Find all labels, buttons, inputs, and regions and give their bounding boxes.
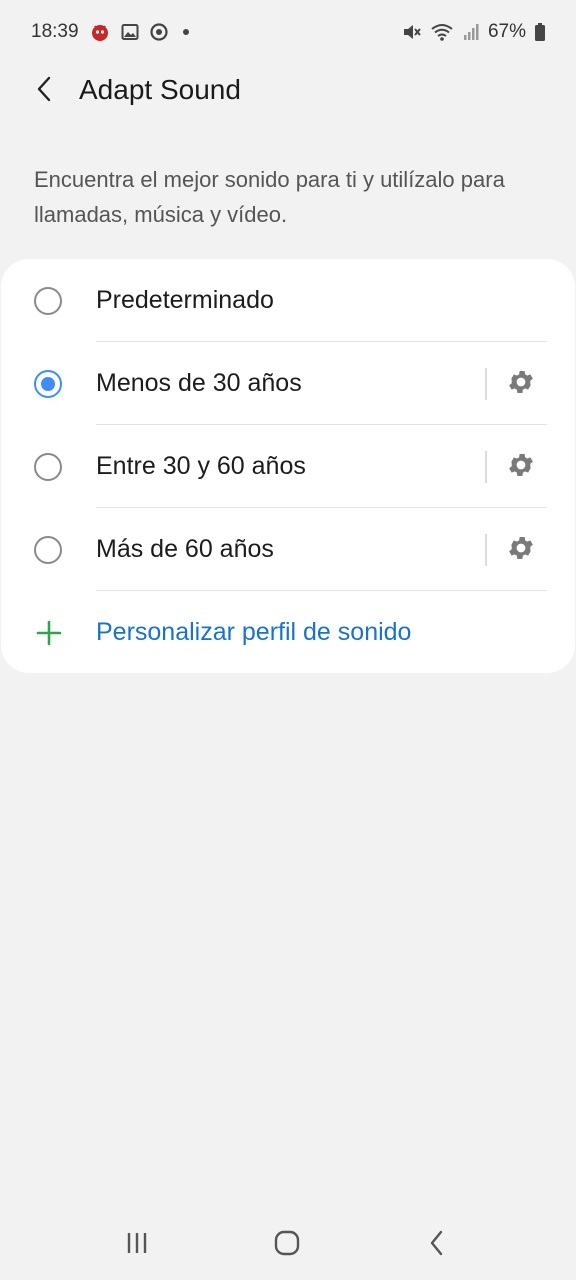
settings-button[interactable] <box>501 530 541 570</box>
option-label: Menos de 30 años <box>96 369 302 397</box>
record-icon <box>149 23 168 41</box>
navigation-bar <box>0 1208 576 1280</box>
app-notification-icon <box>90 22 110 42</box>
wifi-icon <box>430 22 454 42</box>
option-label: Más de 60 años <box>96 535 274 563</box>
option-label: Entre 30 y 60 años <box>96 452 306 480</box>
home-icon <box>274 1230 300 1259</box>
nav-back-button[interactable] <box>407 1214 467 1274</box>
mute-icon <box>402 22 422 42</box>
settings-button[interactable] <box>501 364 541 404</box>
battery-icon <box>534 22 546 42</box>
app-header: Adapt Sound <box>0 62 576 118</box>
gear-icon <box>506 367 536 400</box>
option-entre-30-y-60[interactable]: Entre 30 y 60 años <box>1 425 575 508</box>
status-left: 18:39 <box>31 21 189 43</box>
option-mas-de-60[interactable]: Más de 60 años <box>1 508 575 591</box>
add-profile-label: Personalizar perfil de sonido <box>96 618 412 646</box>
home-button[interactable] <box>257 1214 317 1274</box>
plus-icon <box>36 620 62 646</box>
sound-profile-card: Predeterminado Menos de 30 años Entre 30… <box>1 259 575 673</box>
back-icon <box>428 1230 446 1259</box>
vertical-separator <box>485 450 487 483</box>
radio-button-selected[interactable] <box>34 369 62 398</box>
option-label: Predeterminado <box>96 286 274 314</box>
page-title: Adapt Sound <box>79 74 241 105</box>
chevron-left-icon <box>33 75 55 106</box>
gear-icon <box>506 533 536 566</box>
status-time: 18:39 <box>31 21 79 42</box>
radio-button[interactable] <box>34 535 62 564</box>
notification-dot <box>182 29 189 35</box>
status-bar: 18:39 67% <box>0 0 576 64</box>
vertical-separator <box>485 533 487 566</box>
image-icon <box>121 23 139 41</box>
option-menos-de-30[interactable]: Menos de 30 años <box>1 342 575 425</box>
radio-button[interactable] <box>34 286 62 315</box>
screen: 18:39 67% Adapt Sound Encuentra el mejor… <box>0 0 576 1280</box>
recent-apps-button[interactable] <box>107 1214 167 1274</box>
gear-icon <box>506 450 536 483</box>
option-predeterminado[interactable]: Predeterminado <box>1 259 575 342</box>
settings-button[interactable] <box>501 447 541 487</box>
recent-apps-icon <box>125 1232 149 1257</box>
signal-icon <box>462 23 480 41</box>
back-button[interactable] <box>14 62 74 118</box>
page-description: Encuentra el mejor sonido para ti y util… <box>34 167 505 227</box>
status-right: 67% <box>402 21 546 43</box>
battery-percentage: 67% <box>487 21 526 42</box>
radio-button[interactable] <box>34 452 62 481</box>
add-sound-profile[interactable]: Personalizar perfil de sonido <box>1 591 575 674</box>
vertical-separator <box>485 367 487 400</box>
